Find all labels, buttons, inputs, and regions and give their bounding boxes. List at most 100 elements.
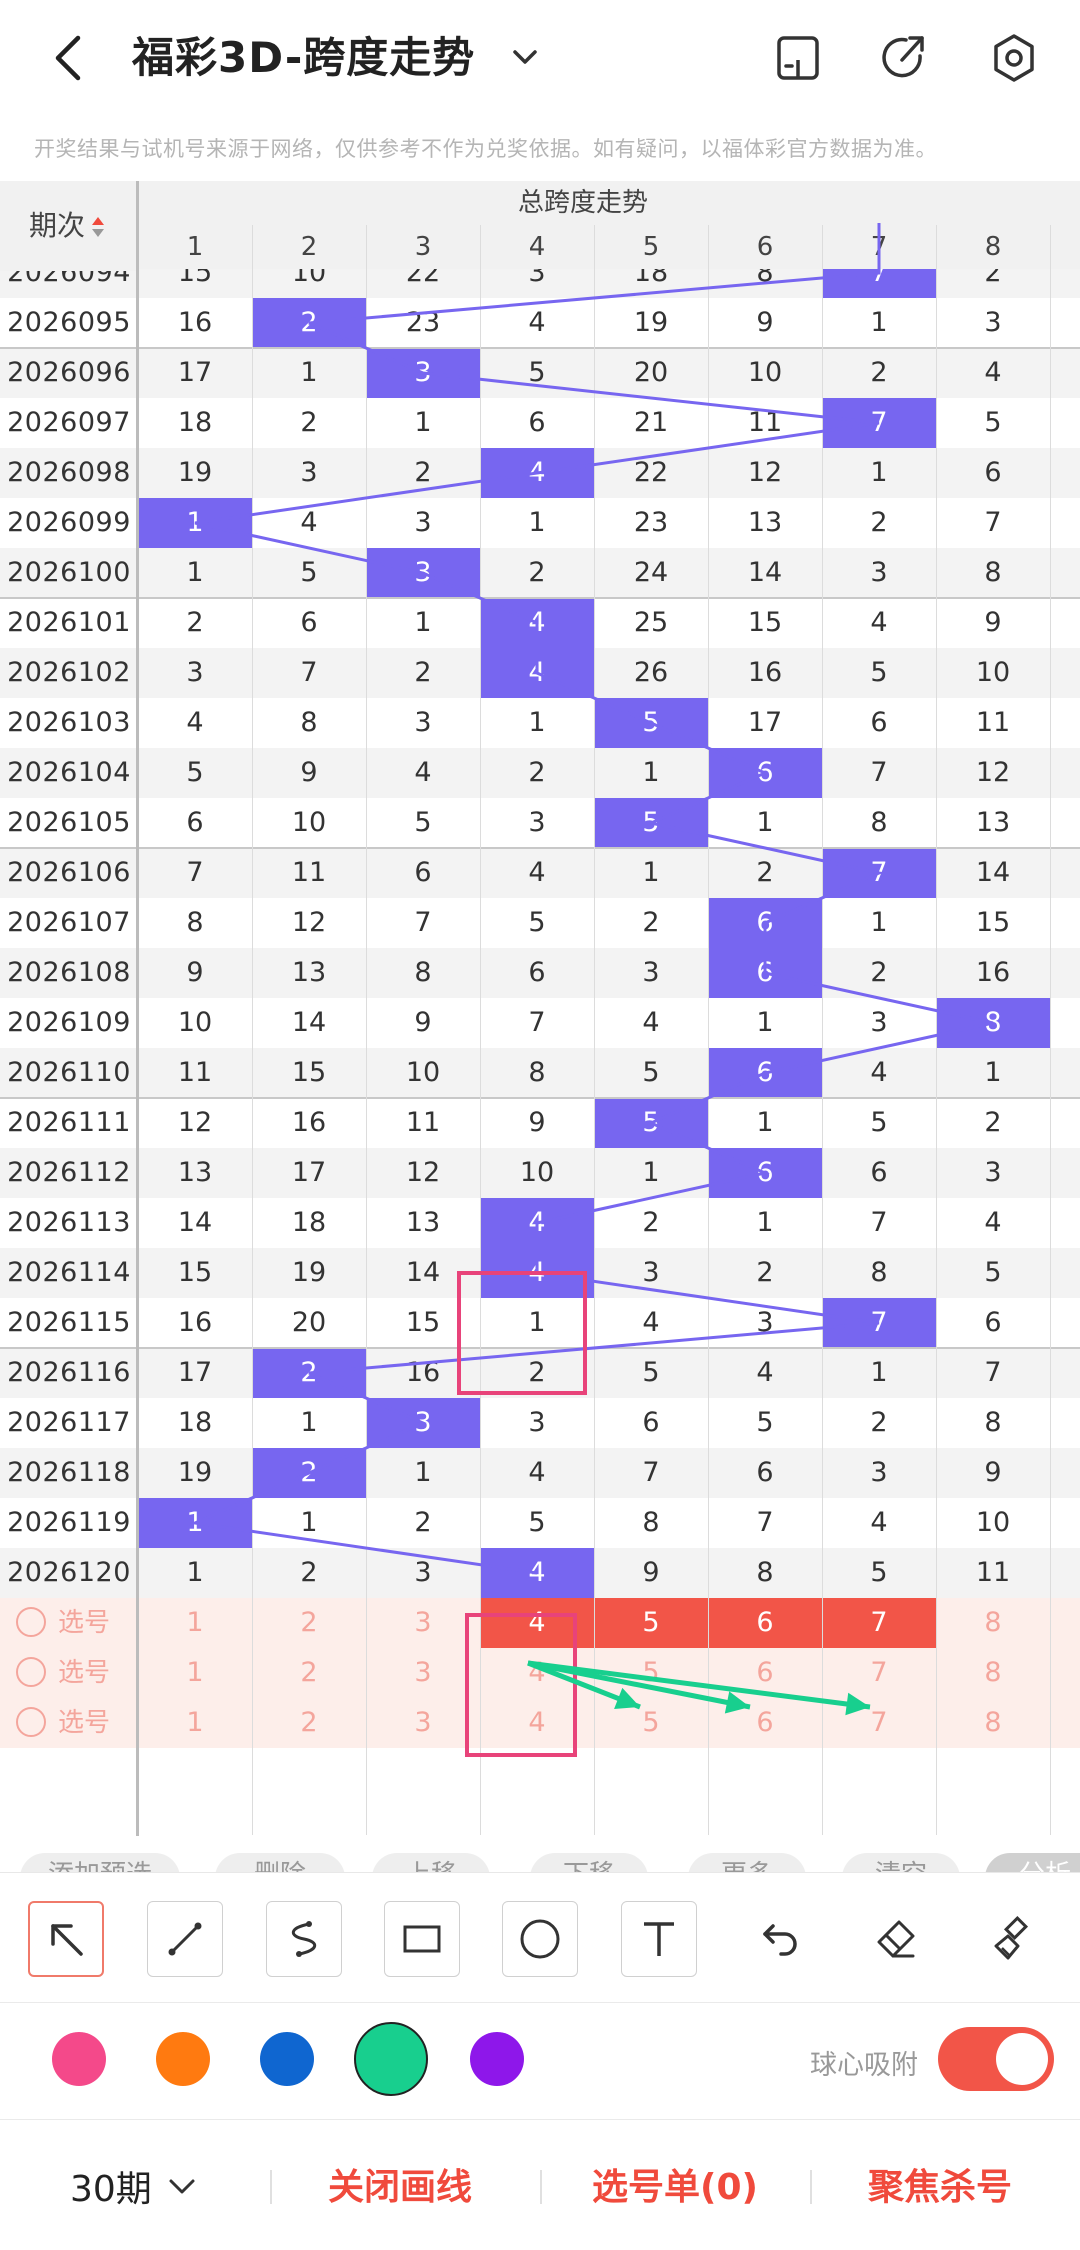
miss-cell: 17 [291,1157,327,1188]
snap-toggle[interactable] [938,2027,1054,2091]
select-row: 选号 1 2 3 4 5 6 7 8 [0,1598,1080,1648]
column-divider [708,225,709,1835]
table-row: 2026096 17 1 3 5 20 10 2 4 [0,348,1080,398]
undo-tool[interactable] [740,1901,816,1977]
select-number-cell[interactable]: 4 [480,1648,594,1698]
close-draw-button[interactable]: 关闭画线 [328,2158,472,2210]
settings-button[interactable] [986,30,1042,86]
hit-cell: 7 [822,1298,936,1348]
sort-icon [92,217,104,237]
column-header-2: 2 [300,232,318,262]
select-number-cell[interactable]: 6 [708,1598,822,1648]
rectangle-icon [397,1914,447,1964]
miss-cell: 14 [747,557,783,588]
table-row: 2026119 1 1 2 5 8 7 4 10 [0,1498,1080,1548]
miss-cell: 22 [633,457,669,488]
hit-cell: 4 [480,1548,594,1598]
eraser-tool[interactable] [858,1901,934,1977]
select-number-cell[interactable]: 1 [138,1648,252,1698]
miss-cell: 11 [975,707,1011,738]
select-number-cell[interactable]: 8 [936,1698,1050,1748]
select-number-cell[interactable]: 5 [594,1698,708,1748]
select-number-cell[interactable]: 2 [252,1698,366,1748]
select-number-cell[interactable]: 6 [708,1698,822,1748]
pick-list-button[interactable]: 选号单(0) [592,2158,758,2210]
select-number-cell[interactable]: 7 [822,1648,936,1698]
arrow-tool[interactable] [28,1901,104,1977]
curve-tool[interactable] [266,1901,342,1977]
select-number-cell[interactable]: 8 [936,1598,1050,1648]
select-number-cell[interactable]: 2 [252,1648,366,1698]
table-row: 2026106 7 11 6 4 1 2 7 14 [0,848,1080,898]
miss-cell: 3 [186,657,204,688]
select-number-cell[interactable]: 3 [366,1698,480,1748]
miss-cell: 6 [528,407,546,438]
select-number-cell[interactable]: 3 [366,1648,480,1698]
period-cell: 2026100 [7,557,131,588]
miss-cell: 20 [291,1307,327,1338]
miss-cell: 8 [870,1257,888,1288]
page-title[interactable]: 福彩3D-跨度走势 [132,28,475,88]
miss-cell: 6 [642,1407,660,1438]
miss-cell: 9 [414,1007,432,1038]
miss-cell: 2 [414,1507,432,1538]
rectangle-tool[interactable] [384,1901,460,1977]
color-swatch[interactable] [156,2032,210,2086]
select-row-toggle[interactable]: 选号 [16,1648,110,1698]
text-tool[interactable] [621,1901,697,1977]
focus-kill-button[interactable]: 聚焦杀号 [868,2158,1012,2210]
eraser-icon [871,1914,921,1964]
title-dropdown[interactable] [505,38,545,78]
period-column-header[interactable]: 期次 [0,181,136,271]
select-row-toggle[interactable]: 选号 [16,1698,110,1748]
color-swatch[interactable] [260,2032,314,2086]
share-icon [882,36,924,78]
select-number-cell[interactable]: 1 [138,1698,252,1748]
share-button[interactable] [876,30,932,86]
miss-cell: 26 [633,657,669,688]
circle-icon [515,1914,565,1964]
miss-cell: 18 [177,407,213,438]
color-swatch[interactable] [52,2032,106,2086]
clear-tool[interactable] [977,1901,1053,1977]
miss-cell: 2 [870,1407,888,1438]
table-row: 2026115 16 20 15 1 4 3 7 6 [0,1298,1080,1348]
miss-cell: 15 [975,907,1011,938]
select-row-toggle[interactable]: 选号 [16,1598,110,1648]
miss-cell: 5 [528,1507,546,1538]
select-number-cell[interactable]: 6 [708,1648,822,1698]
select-number-cell[interactable]: 7 [822,1698,936,1748]
miss-cell: 4 [642,1007,660,1038]
color-swatch[interactable] [354,2022,428,2096]
miss-cell: 10 [177,1007,213,1038]
select-number-cell[interactable]: 4 [480,1598,594,1648]
select-row-label: 选号 [58,1608,111,1638]
period-select[interactable]: 30期 [70,2160,152,2212]
miss-cell: 21 [633,407,669,438]
miss-cell: 4 [300,507,318,538]
select-number-cell[interactable]: 5 [594,1598,708,1648]
color-swatch[interactable] [470,2032,524,2086]
layout-button[interactable] [770,30,826,86]
period-dropdown[interactable] [165,2170,199,2208]
select-number-cell[interactable]: 2 [252,1598,366,1648]
circle-tool[interactable] [502,1901,578,1977]
miss-cell: 5 [186,757,204,788]
miss-cell: 4 [984,357,1002,388]
table-row: 2026107 8 12 7 5 2 6 1 15 [0,898,1080,948]
miss-cell: 10 [975,657,1011,688]
select-number-cell[interactable]: 5 [594,1648,708,1698]
line-tool[interactable] [147,1901,223,1977]
back-button[interactable] [40,28,100,88]
period-cell: 2026097 [7,407,131,438]
select-number-cell[interactable]: 1 [138,1598,252,1648]
miss-cell: 11 [747,407,783,438]
miss-cell: 12 [975,757,1011,788]
miss-cell: 8 [984,557,1002,588]
select-number-cell[interactable]: 4 [480,1698,594,1748]
table-row: 2026104 5 9 4 2 1 6 7 12 [0,748,1080,798]
select-number-cell[interactable]: 7 [822,1598,936,1648]
select-number-cell[interactable]: 8 [936,1648,1050,1698]
select-number-cell[interactable]: 3 [366,1598,480,1648]
period-cell: 2026112 [7,1157,131,1188]
